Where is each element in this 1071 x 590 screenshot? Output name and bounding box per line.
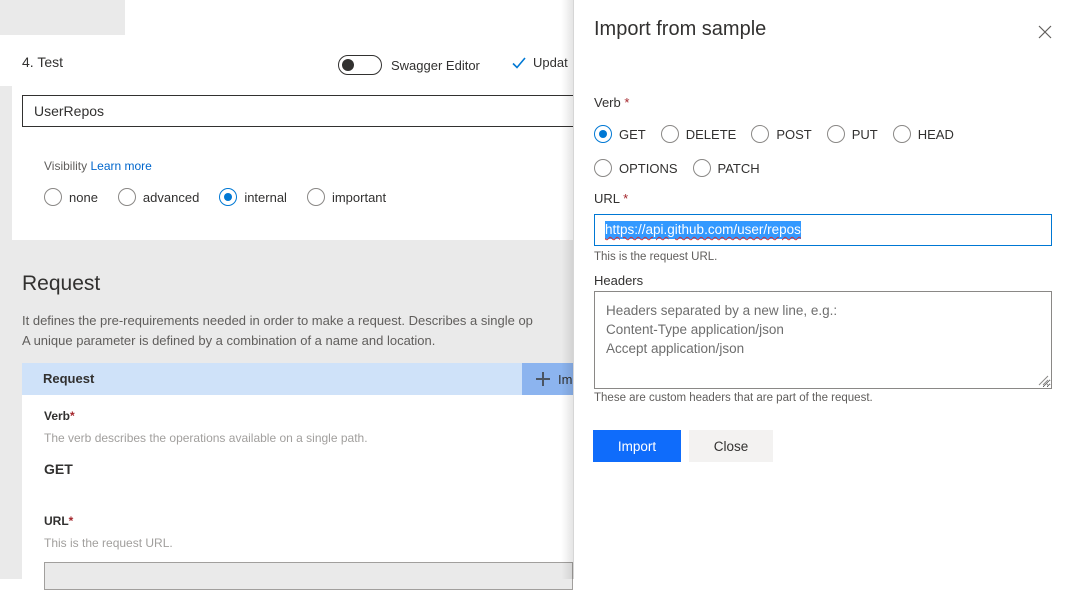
request-table-header: Request Impo <box>22 363 595 395</box>
panel-verb-label-text: Verb <box>594 95 621 110</box>
verb-option-head[interactable]: HEAD <box>892 125 954 143</box>
visibility-learn-more-link[interactable]: Learn more <box>90 159 151 173</box>
swagger-editor-toggle[interactable]: Swagger Editor <box>338 55 480 75</box>
verb-option-delete-label: DELETE <box>685 126 737 142</box>
verb-option-head-label: HEAD <box>917 126 954 142</box>
verb-option-put-label: PUT <box>851 126 878 142</box>
step-title: 4. Test <box>22 54 63 70</box>
radio-icon[interactable] <box>306 188 325 206</box>
required-asterisk: * <box>624 95 630 110</box>
visibility-label-text: Visibility <box>44 159 88 173</box>
radio-icon[interactable] <box>117 188 136 206</box>
close-icon[interactable] <box>1029 16 1061 48</box>
panel-url-label: URL * <box>594 191 628 206</box>
checkmark-icon <box>512 56 526 70</box>
radio-icon[interactable] <box>660 125 679 143</box>
panel-shadow <box>561 0 573 579</box>
visibility-label: Visibility Learn more <box>44 159 152 173</box>
close-button[interactable]: Close <box>689 430 773 462</box>
panel-verb-radio-group-row2[interactable]: OPTIONS PATCH <box>594 159 775 177</box>
panel-verb-label: Verb * <box>594 95 629 110</box>
required-asterisk: * <box>70 409 75 423</box>
panel-url-label-text: URL <box>594 191 620 206</box>
url-field-input[interactable] <box>44 562 573 590</box>
panel-headers-help: These are custom headers that are part o… <box>594 392 873 404</box>
verb-option-post[interactable]: POST <box>751 125 812 143</box>
verb-field-label: Verb* <box>44 409 75 423</box>
operation-name-input[interactable] <box>22 95 582 127</box>
visibility-option-none-label: none <box>69 189 98 205</box>
visibility-option-important-label: important <box>331 189 387 205</box>
verb-field-description: The verb describes the operations availa… <box>44 431 368 445</box>
import-button[interactable]: Import <box>593 430 681 462</box>
required-asterisk: * <box>623 191 629 206</box>
url-field-label-text: URL <box>44 514 69 528</box>
update-button[interactable]: Updat <box>512 55 568 70</box>
verb-option-delete[interactable]: DELETE <box>660 125 737 143</box>
panel-url-input[interactable]: https://api.github.com/user/repos <box>594 214 1052 246</box>
url-field-label: URL* <box>44 514 73 528</box>
visibility-option-advanced[interactable]: advanced <box>117 188 200 206</box>
panel-headers-textarea[interactable]: Headers separated by a new line, e.g.: C… <box>594 291 1052 389</box>
radio-icon[interactable] <box>826 125 845 143</box>
visibility-option-internal-label: internal <box>244 189 287 205</box>
verb-field-label-text: Verb <box>44 409 71 423</box>
toggle-knob <box>342 59 354 71</box>
verb-field-value: GET <box>44 461 73 477</box>
visibility-radio-group[interactable]: none advanced internal important <box>44 188 406 206</box>
panel-verb-radio-group-row1[interactable]: GET DELETE POST PUT HEAD <box>594 125 969 143</box>
url-field-description: This is the request URL. <box>44 536 173 550</box>
verb-option-options-label: OPTIONS <box>619 160 678 176</box>
plus-icon <box>536 372 550 386</box>
tab-placeholder[interactable] <box>0 0 125 35</box>
radio-icon[interactable] <box>892 125 911 143</box>
required-asterisk: * <box>68 514 74 528</box>
verb-option-patch[interactable]: PATCH <box>692 159 760 177</box>
panel-headers-label: Headers <box>594 273 644 288</box>
panel-url-input-value: https://api.github.com/user/repos <box>605 221 801 239</box>
radio-icon[interactable] <box>594 159 612 177</box>
request-section-title: Request <box>22 272 101 295</box>
visibility-option-important[interactable]: important <box>306 188 387 206</box>
verb-option-patch-label: PATCH <box>717 160 760 176</box>
verb-option-put[interactable]: PUT <box>826 125 878 143</box>
swagger-editor-toggle-label: Swagger Editor <box>391 57 480 73</box>
radio-icon[interactable] <box>44 188 62 206</box>
import-from-sample-panel: Import from sample Verb * GET DELETE POS… <box>573 0 1071 579</box>
panel-url-help: This is the request URL. <box>594 251 718 263</box>
visibility-option-advanced-label: advanced <box>142 189 200 205</box>
verb-option-get-label: GET <box>619 126 646 142</box>
request-section-description: It defines the pre-requirements needed i… <box>22 313 533 348</box>
request-table-header-label: Request <box>43 371 95 386</box>
visibility-option-none[interactable]: none <box>44 188 98 206</box>
verb-option-options[interactable]: OPTIONS <box>594 159 678 177</box>
radio-icon-selected[interactable] <box>219 188 238 206</box>
radio-icon[interactable] <box>751 125 770 143</box>
toggle-track[interactable] <box>338 55 382 75</box>
radio-icon[interactable] <box>692 159 711 177</box>
request-detail-panel: Verb* The verb describes the operations … <box>22 395 573 579</box>
panel-title: Import from sample <box>594 18 767 40</box>
verb-option-get[interactable]: GET <box>594 125 646 143</box>
app-root: 4. Test Swagger Editor Updat Visibility … <box>0 0 1071 590</box>
radio-icon-selected[interactable] <box>594 125 612 143</box>
verb-option-post-label: POST <box>776 126 812 142</box>
visibility-option-internal[interactable]: internal <box>219 188 287 206</box>
